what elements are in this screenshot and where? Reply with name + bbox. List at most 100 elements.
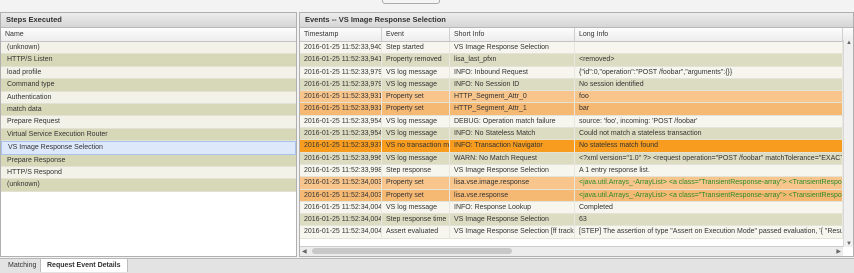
long-info-cell: No session identified	[575, 78, 843, 91]
short-info-cell: INFO: Response Lookup	[450, 201, 575, 214]
long-info-cell: bar	[575, 103, 843, 115]
table-row[interactable]: 2016-01-25 11:52:33,979 VS log message I…	[300, 78, 853, 92]
step-row-selected[interactable]: VS Image Response Selection	[1, 141, 296, 155]
timestamp-cell: 2016-01-25 11:52:33,996	[300, 152, 382, 164]
table-row[interactable]: 2016-01-25 11:52:34,003 Property set lis…	[300, 177, 853, 190]
long-info-cell: <java.util.Arrays_-ArrayList> <a class="…	[575, 189, 843, 201]
timestamp-cell: 2016-01-25 11:52:33,998	[300, 164, 382, 177]
event-cell: Property set	[382, 91, 450, 103]
table-row[interactable]: 2016-01-25 11:52:33,979 VS log message I…	[300, 66, 853, 79]
name-column-header[interactable]: Name	[1, 28, 296, 41]
timestamp-cell: 2016-01-25 11:52:33,941	[300, 54, 382, 66]
event-cell: VS log message	[382, 78, 450, 91]
table-row[interactable]: 2016-01-25 11:52:33,931 Property set HTT…	[300, 91, 853, 104]
table-row[interactable]: 2016-01-25 11:52:33,941 Property removed…	[300, 54, 853, 67]
steps-panel-title: Steps Executed	[1, 13, 296, 28]
event-cell: Step started	[382, 42, 450, 54]
short-info-cell: VS Image Response Selection	[450, 164, 575, 177]
step-row[interactable]: Prepare Response	[1, 154, 296, 167]
scroll-up-icon[interactable]: ▲	[846, 40, 852, 46]
event-cell: Step response time	[382, 214, 450, 226]
step-row[interactable]: load profile	[1, 66, 296, 80]
step-row[interactable]: Command type	[1, 79, 296, 92]
timestamp-cell: 2016-01-25 11:52:33,931	[300, 91, 382, 103]
long-info-cell: <?xml version="1.0" ?> <request operatio…	[575, 152, 843, 164]
short-info-cell: VS Image Response Selection [ff tracking…	[450, 226, 575, 238]
short-info-cell: INFO: No Session ID	[450, 78, 575, 91]
short-info-cell: VS Image Response Selection	[450, 42, 575, 54]
long-info-cell: <removed>	[575, 54, 843, 66]
long-info-cell: Could not match a stateless transaction	[575, 128, 843, 140]
scroll-down-icon[interactable]: ▼	[846, 241, 852, 247]
timestamp-cell: 2016-01-25 11:52:34,004	[300, 226, 382, 238]
timestamp-cell: 2016-01-25 11:52:33,940	[300, 42, 382, 54]
vertical-scrollbar[interactable]: ▲ ▼	[843, 40, 853, 247]
table-row[interactable]: 2016-01-25 11:52:34,004 Step response ti…	[300, 214, 853, 227]
long-info-cell: {"id":0,"operation":"POST /foobar","argu…	[575, 66, 843, 78]
table-row[interactable]: 2016-01-25 11:52:33,996 VS log message W…	[300, 152, 853, 165]
tab-request-event-details[interactable]: Request Event Details	[40, 259, 128, 272]
short-info-cell: DEBUG: Operation match failure	[450, 115, 575, 128]
step-row[interactable]: (unknown)	[1, 179, 296, 192]
event-cell: VS log message	[382, 128, 450, 140]
event-cell: Property set	[382, 189, 450, 201]
short-info-cell: INFO: No Stateless Match	[450, 128, 575, 140]
table-row[interactable]: 2016-01-25 11:52:34,003 Property set lis…	[300, 189, 853, 202]
scroll-right-icon[interactable]: ▶	[836, 248, 841, 255]
step-row[interactable]: Virtual Service Execution Router	[1, 128, 296, 142]
step-row[interactable]: Authentication	[1, 91, 296, 104]
table-row[interactable]: 2016-01-25 11:52:33,937 VS no transactio…	[300, 140, 853, 153]
long-info-cell: source: 'foo', incoming: 'POST /foobar'	[575, 115, 843, 128]
long-info-cell: foo	[575, 91, 843, 103]
short-info-column-header[interactable]: Short Info	[450, 28, 575, 41]
short-info-cell: INFO: Inbound Request	[450, 66, 575, 78]
timestamp-cell: 2016-01-25 11:52:33,931	[300, 103, 382, 115]
event-column-header[interactable]: Event	[382, 28, 450, 41]
long-info-cell: No stateless match found	[575, 140, 843, 152]
step-row[interactable]: match data	[1, 103, 296, 117]
table-row[interactable]: 2016-01-25 11:52:33,954 VS log message I…	[300, 128, 853, 141]
event-cell: VS log message	[382, 201, 450, 214]
timestamp-cell: 2016-01-25 11:52:34,004	[300, 214, 382, 226]
event-cell: Assert evaluated	[382, 226, 450, 238]
events-panel-title: Events -- VS Image Response Selection	[300, 13, 853, 28]
events-table: 2016-01-25 11:52:33,940 Step started VS …	[300, 42, 853, 239]
timestamp-cell: 2016-01-25 11:52:33,979	[300, 66, 382, 78]
step-row[interactable]: HTTP/S Listen	[1, 54, 296, 67]
timestamp-cell: 2016-01-25 11:52:34,003	[300, 177, 382, 189]
step-row[interactable]: (unknown)	[1, 42, 296, 55]
table-row[interactable]: 2016-01-25 11:52:34,004 VS log message I…	[300, 201, 853, 215]
table-row[interactable]: 2016-01-25 11:52:34,004 Assert evaluated…	[300, 226, 853, 239]
short-info-cell: WARN: No Match Request	[450, 152, 575, 164]
short-info-cell: lisa_last_pfxn	[450, 54, 575, 66]
long-info-column-header[interactable]: Long Info	[575, 28, 843, 41]
event-cell: Step response	[382, 164, 450, 177]
event-cell: VS log message	[382, 115, 450, 128]
step-row[interactable]: Prepare Request	[1, 116, 296, 129]
toolbar-button[interactable]	[382, 0, 440, 4]
timestamp-cell: 2016-01-25 11:52:33,954	[300, 128, 382, 140]
scroll-thumb[interactable]	[312, 248, 512, 254]
event-cell: Property set	[382, 103, 450, 115]
short-info-cell: HTTP_Segment_Attr_1	[450, 103, 575, 115]
long-info-cell: <java.util.Arrays_-ArrayList> <a class="…	[575, 177, 843, 189]
timestamp-cell: 2016-01-25 11:52:33,954	[300, 115, 382, 128]
table-row[interactable]: 2016-01-25 11:52:33,940 Step started VS …	[300, 42, 853, 55]
step-row[interactable]: HTTP/S Respond	[1, 166, 296, 180]
scroll-left-icon[interactable]: ◀	[302, 248, 307, 255]
timestamp-cell: 2016-01-25 11:52:34,004	[300, 201, 382, 214]
horizontal-scrollbar[interactable]: ◀ ▶	[300, 246, 843, 256]
tab-matching[interactable]: Matching	[2, 259, 44, 272]
table-row[interactable]: 2016-01-25 11:52:33,954 VS log message D…	[300, 115, 853, 129]
long-info-cell: [STEP] The assertion of type "Assert on …	[575, 226, 843, 238]
long-info-cell: A 1 entry response list.	[575, 164, 843, 177]
timestamp-cell: 2016-01-25 11:52:34,003	[300, 189, 382, 201]
long-info-cell: Completed	[575, 201, 843, 214]
table-row[interactable]: 2016-01-25 11:52:33,931 Property set HTT…	[300, 103, 853, 116]
timestamp-cell: 2016-01-25 11:52:33,937	[300, 140, 382, 152]
table-row[interactable]: 2016-01-25 11:52:33,998 Step response VS…	[300, 164, 853, 178]
timestamp-column-header[interactable]: Timestamp	[300, 28, 382, 41]
event-cell: Property set	[382, 177, 450, 189]
short-info-cell: INFO: Transaction Navigator	[450, 140, 575, 152]
long-info-cell: 63	[575, 214, 843, 226]
